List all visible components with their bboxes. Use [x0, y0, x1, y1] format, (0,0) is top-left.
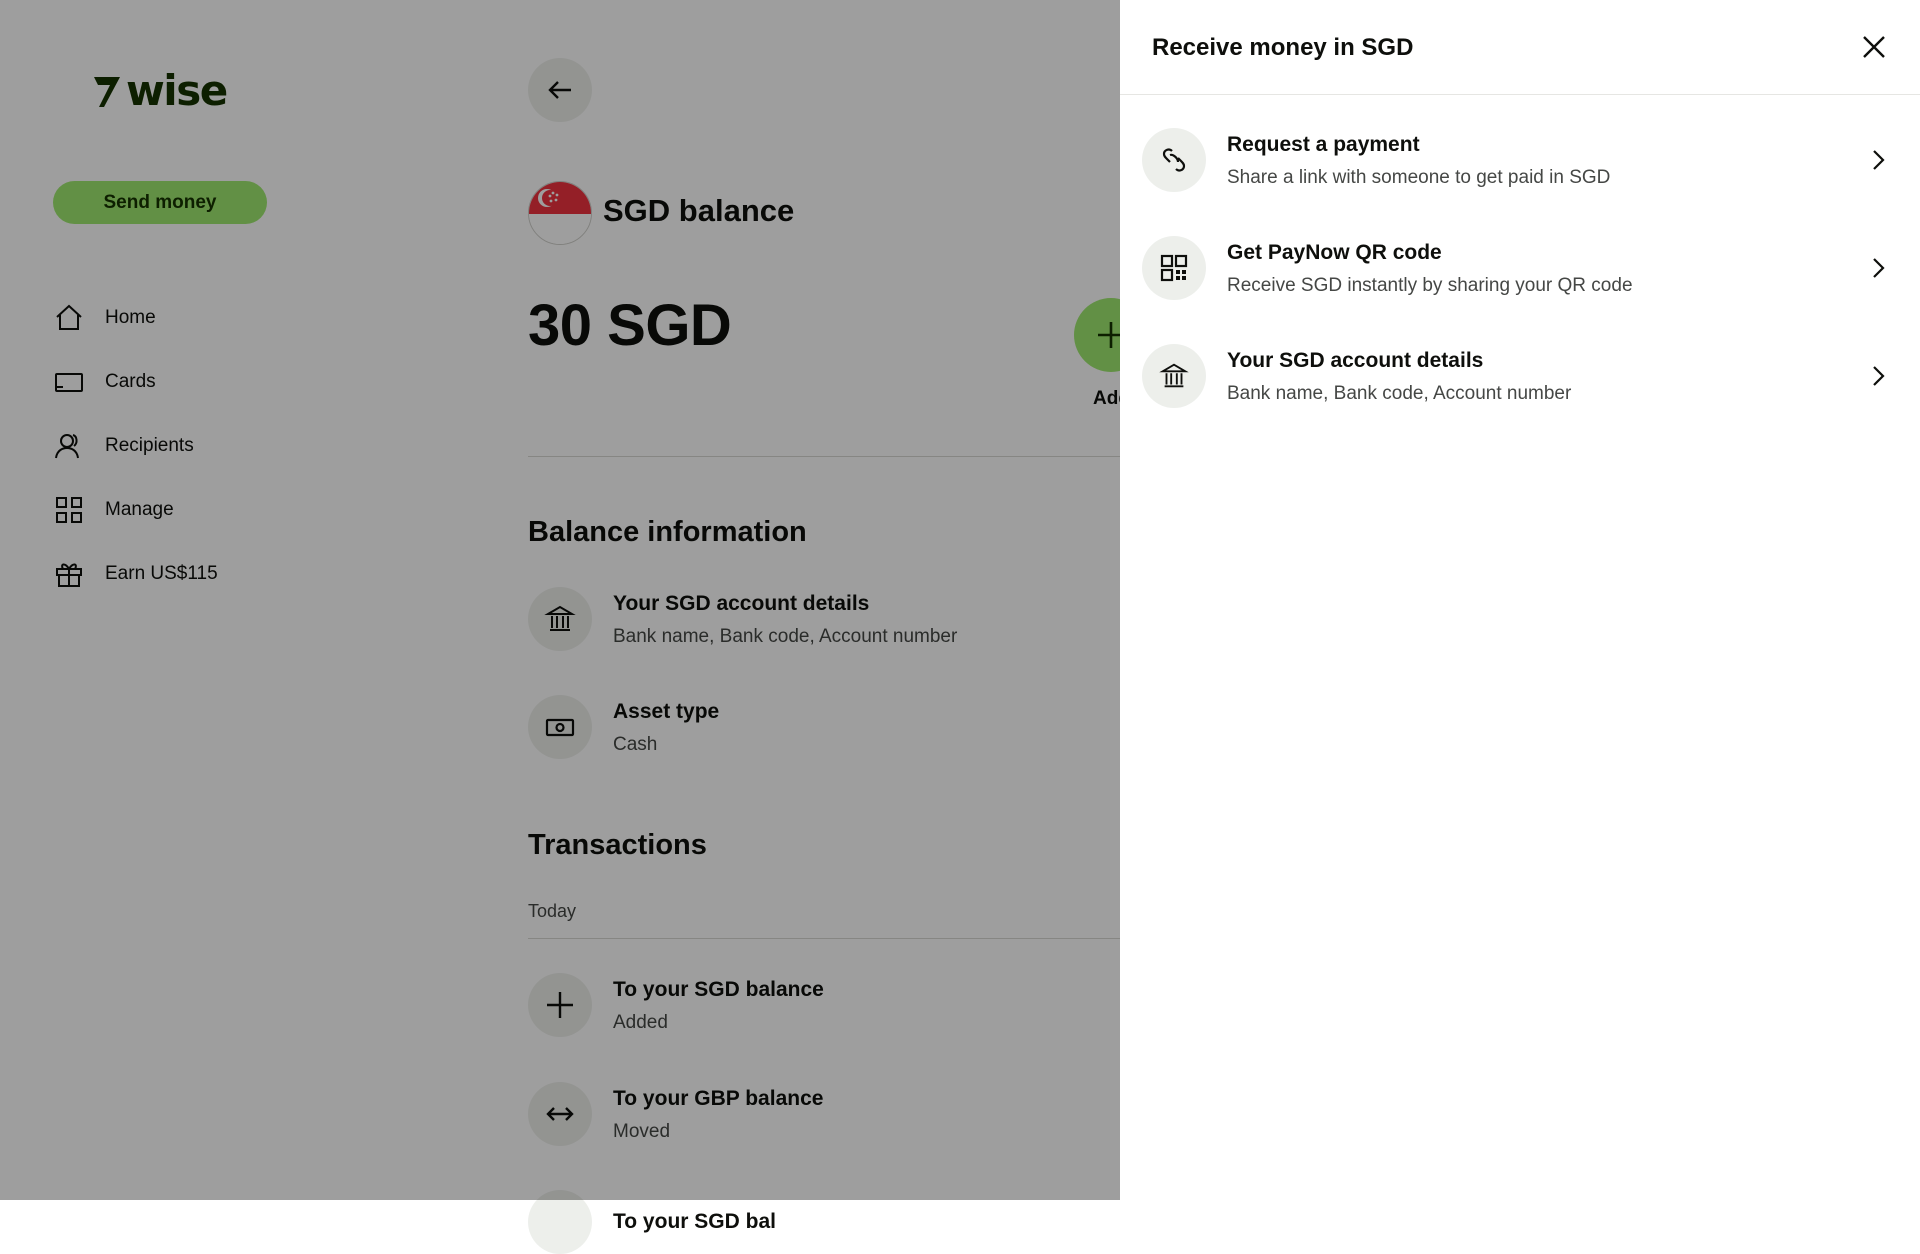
option-subtitle: Share a link with someone to get paid in…: [1227, 166, 1611, 188]
receive-options-list: Request a payment Share a link with some…: [1142, 106, 1910, 430]
link-icon: [1142, 128, 1206, 192]
drawer-header: Receive money in SGD: [1120, 0, 1920, 95]
row-title: To your SGD bal: [613, 1210, 776, 1234]
chevron-right-icon: [1873, 150, 1885, 170]
option-subtitle: Bank name, Bank code, Account number: [1227, 382, 1572, 404]
receive-money-drawer: Receive money in SGD Request a payment S…: [1120, 0, 1920, 1200]
option-subtitle: Receive SGD instantly by sharing your QR…: [1227, 274, 1633, 296]
chevron-right-icon: [1873, 366, 1885, 386]
account-details-option[interactable]: Your SGD account details Bank name, Bank…: [1142, 322, 1910, 430]
request-payment-option[interactable]: Request a payment Share a link with some…: [1142, 106, 1910, 214]
option-title: Get PayNow QR code: [1227, 241, 1442, 265]
chevron-right-icon: [1873, 258, 1885, 278]
close-icon: [1863, 36, 1885, 58]
drawer-title: Receive money in SGD: [1152, 34, 1414, 61]
qr-code-icon: [1142, 236, 1206, 300]
option-title: Request a payment: [1227, 133, 1420, 157]
option-title: Your SGD account details: [1227, 349, 1484, 373]
close-button[interactable]: [1854, 27, 1894, 67]
paynow-qr-option[interactable]: Get PayNow QR code Receive SGD instantly…: [1142, 214, 1910, 322]
bank-icon: [1142, 344, 1206, 408]
